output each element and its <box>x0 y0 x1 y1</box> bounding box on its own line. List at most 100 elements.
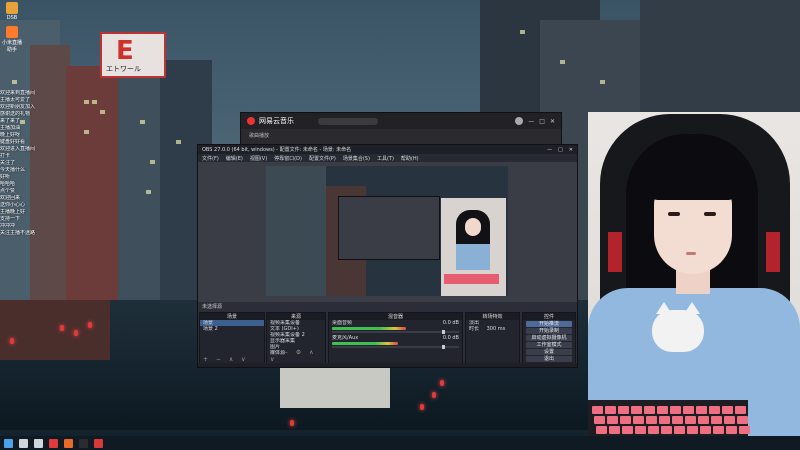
volume-slider[interactable] <box>332 330 459 334</box>
dock-title: 场景 <box>200 313 264 320</box>
desktop-icon-live-assistant[interactable]: 小米直播助手 <box>2 26 22 53</box>
menu-item[interactable]: 停靠窗口(D) <box>274 155 302 162</box>
desktop-icon-dsb[interactable]: DSB <box>2 2 22 21</box>
webcam-source-preview <box>441 198 506 296</box>
boat <box>280 368 390 408</box>
music-titlebar: 网易云音乐 — □ ✕ <box>241 113 561 129</box>
chat-message: 好听 <box>0 174 95 181</box>
menu-item[interactable]: 配置文件(P) <box>309 155 336 162</box>
duration-row: 时长 300 ms <box>466 326 519 332</box>
obs-titlebar: OBS 27.0.0 (64 bit, windows) - 配置文件: 未命名… <box>198 145 577 154</box>
obs-preview-canvas[interactable] <box>266 166 508 296</box>
app-icon[interactable] <box>94 438 103 448</box>
menu-item[interactable]: 编辑(E) <box>226 155 243 162</box>
maximize-button[interactable]: □ <box>539 118 545 125</box>
chat-message: 主播加油 <box>0 125 95 132</box>
chat-message-text: 来了来了 <box>0 118 21 124</box>
chat-message-text: 好听 <box>0 174 11 180</box>
minimize-button[interactable]: — <box>547 147 552 153</box>
duration-label: 时长 <box>469 326 480 332</box>
chat-message: 感谢送的礼物 <box>0 111 95 118</box>
maximize-button[interactable]: □ <box>558 147 563 153</box>
duration-input[interactable]: 300 ms <box>487 326 506 332</box>
chat-message: 点个赞 <box>0 188 95 195</box>
avatar[interactable] <box>515 117 524 125</box>
chat-message-text: 点个赞 <box>0 188 16 194</box>
menu-item[interactable]: 场景集合(S) <box>343 155 370 162</box>
dock-title: 控件 <box>523 313 575 320</box>
control-button[interactable]: 工作室模式 <box>526 342 572 348</box>
sign-text: エトワール <box>106 65 141 73</box>
chat-message-text: 关注了 <box>0 160 16 166</box>
rooftop-sign: E エトワール <box>100 32 166 78</box>
nested-obs-preview <box>338 196 440 260</box>
obs-preview-area[interactable] <box>198 162 577 302</box>
control-button[interactable]: 设置 <box>526 349 572 355</box>
minimize-button[interactable]: — <box>528 118 534 125</box>
search-icon[interactable] <box>19 438 28 448</box>
chat-message: 欢迎进入直播间 <box>0 146 95 153</box>
chat-message-text: 感谢送的礼物 <box>0 111 31 117</box>
windows-start-icon[interactable] <box>4 438 13 448</box>
webcam-overlay <box>588 112 800 450</box>
task-view-icon[interactable] <box>34 438 43 448</box>
chat-message-text: 键盘好好看 <box>0 139 26 145</box>
control-button[interactable]: 退出 <box>526 356 572 362</box>
building <box>640 0 800 120</box>
obs-window[interactable]: OBS 27.0.0 (64 bit, windows) - 配置文件: 未命名… <box>197 144 578 368</box>
channel-label: 麦克风/Aux <box>332 335 359 341</box>
chat-message-text: 今天播什么 <box>0 167 26 173</box>
sources-dock: 来源 视频采集设备 文本 (GDI+) 视频采集设备 2 显示器采集 图片 媒体源 + −… <box>266 312 326 365</box>
close-button[interactable]: ✕ <box>569 147 573 153</box>
chat-message-text: 打卡 <box>0 153 11 159</box>
music-subtitle: 歌曲播放 <box>249 133 270 139</box>
chat-message: 键盘好好看 <box>0 139 95 146</box>
cat-print <box>652 302 704 352</box>
chat-message: 支持一下 <box>0 216 95 223</box>
scene-transitions-dock: 转场特效 淡出 时长 300 ms <box>465 312 520 365</box>
menu-item[interactable]: 帮助(H) <box>401 155 419 162</box>
chat-message-text: 晚上好呀 <box>0 132 21 138</box>
live-chat-overlay: 欢迎来到直播间 主播太可爱了 欢迎新朋友加入 感谢送的礼物 来了来了 主播加油 晚上好呀 键盘… <box>0 90 95 237</box>
chat-message-text: 欢迎回来 <box>0 195 21 201</box>
chat-message: 哈哈哈 <box>0 181 95 188</box>
obs-icon[interactable] <box>79 438 88 448</box>
chat-message: 主播太可爱了 <box>0 97 95 104</box>
netease-music-icon[interactable] <box>49 438 58 448</box>
no-source-label: 未选择源 <box>202 304 223 310</box>
menu-item[interactable]: 工具(T) <box>377 155 394 162</box>
chat-message-text: 关注主播不迷路 <box>0 230 36 236</box>
chat-message: 欢迎回来 <box>0 195 95 202</box>
menu-item[interactable]: 文件(F) <box>202 155 219 162</box>
desktop-icon-label: DSB <box>6 15 18 21</box>
browser-icon[interactable] <box>64 438 73 448</box>
music-app-title: 网易云音乐 <box>259 117 294 125</box>
audio-level-meter <box>332 327 407 330</box>
desktop-icon-label: 小米直播助手 <box>2 40 23 53</box>
audio-mixer-dock: 混音器 桌面音频 0.0 dB 麦克风/Aux 0.0 dB <box>328 312 463 365</box>
list-item[interactable]: 场景 2 <box>200 326 264 332</box>
chat-message-text: 冲冲冲 <box>0 223 16 229</box>
channel-db-value: 0.0 dB <box>442 320 459 326</box>
music-search-input[interactable] <box>318 117 378 125</box>
menu-item[interactable]: 视图(V) <box>250 155 267 162</box>
chat-message: 来了来了 <box>0 118 95 125</box>
chat-message-text: 主播太可爱了 <box>0 97 31 103</box>
chat-message: 打卡 <box>0 153 95 160</box>
chat-message: 晚上好呀 <box>0 132 95 139</box>
control-button[interactable]: 开始录制 <box>526 328 572 334</box>
dock-title: 来源 <box>267 313 325 320</box>
control-button[interactable]: 开始推流 <box>526 321 572 327</box>
chat-message: 冲冲冲 <box>0 223 95 230</box>
chat-message-text: 欢迎来到直播间 <box>0 90 36 96</box>
control-button[interactable]: 启动虚拟摄像机 <box>526 335 572 341</box>
close-button[interactable]: ✕ <box>550 118 555 125</box>
scenes-dock: 场景 场景 场景 2 + − ∧ ∨ <box>199 312 265 365</box>
controls-dock: 控件 开始推流 开始录制 启动虚拟摄像机 工作室模式 设置 退出 <box>522 312 576 365</box>
dock-footer-buttons[interactable]: + − ⚙ ∧ ∨ <box>270 349 325 363</box>
obs-menubar: 文件(F) 编辑(E) 视图(V) 停靠窗口(D) 配置文件(P) 场景集合(S) 工具(T… <box>198 154 577 162</box>
volume-slider[interactable] <box>332 345 459 349</box>
chat-message-text: 主播晚上好 <box>0 209 26 215</box>
dock-footer-buttons[interactable]: + − ∧ ∨ <box>203 356 249 363</box>
chat-message-text: 主播加油 <box>0 125 21 131</box>
